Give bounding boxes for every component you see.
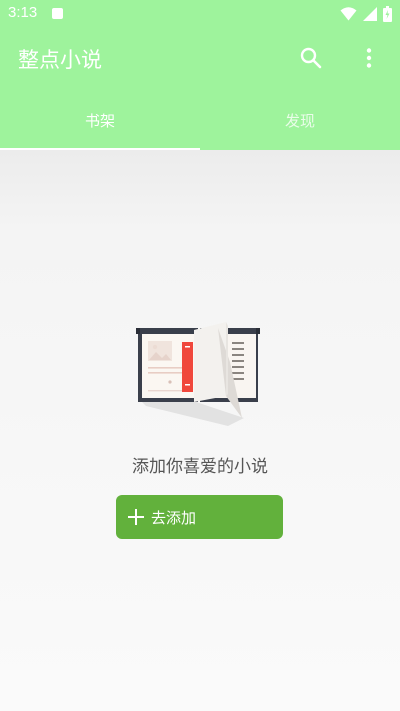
search-button[interactable]: [298, 45, 324, 71]
more-options-button[interactable]: [356, 45, 382, 71]
empty-bookshelf-illustration: [136, 322, 260, 426]
status-bar: 3:13: [0, 0, 400, 28]
status-time: 3:13: [8, 4, 38, 21]
app-bar: 整点小说: [0, 28, 400, 90]
empty-state-message: 添加你喜爱的小说: [132, 457, 268, 477]
status-icons: [340, 5, 392, 23]
bookshelf-content: 添加你喜爱的小说 去添加: [0, 150, 400, 711]
tab-label: 书架: [84, 111, 115, 130]
more-vert-icon: [366, 48, 372, 68]
tab-discover[interactable]: 发现: [200, 90, 400, 150]
app-title: 整点小说: [18, 48, 102, 72]
tab-label: 发现: [284, 111, 315, 130]
notification-app-icon: [52, 8, 63, 19]
search-icon: [300, 47, 322, 69]
add-novel-button-label: 去添加: [151, 508, 197, 527]
tab-bar: 书架 发现: [0, 90, 400, 150]
battery-icon: [383, 6, 392, 22]
add-novel-button[interactable]: 去添加: [116, 495, 283, 539]
wifi-icon: [340, 7, 357, 21]
signal-icon: [363, 7, 377, 21]
tab-bookshelf[interactable]: 书架: [0, 90, 200, 150]
plus-icon: [128, 509, 144, 525]
